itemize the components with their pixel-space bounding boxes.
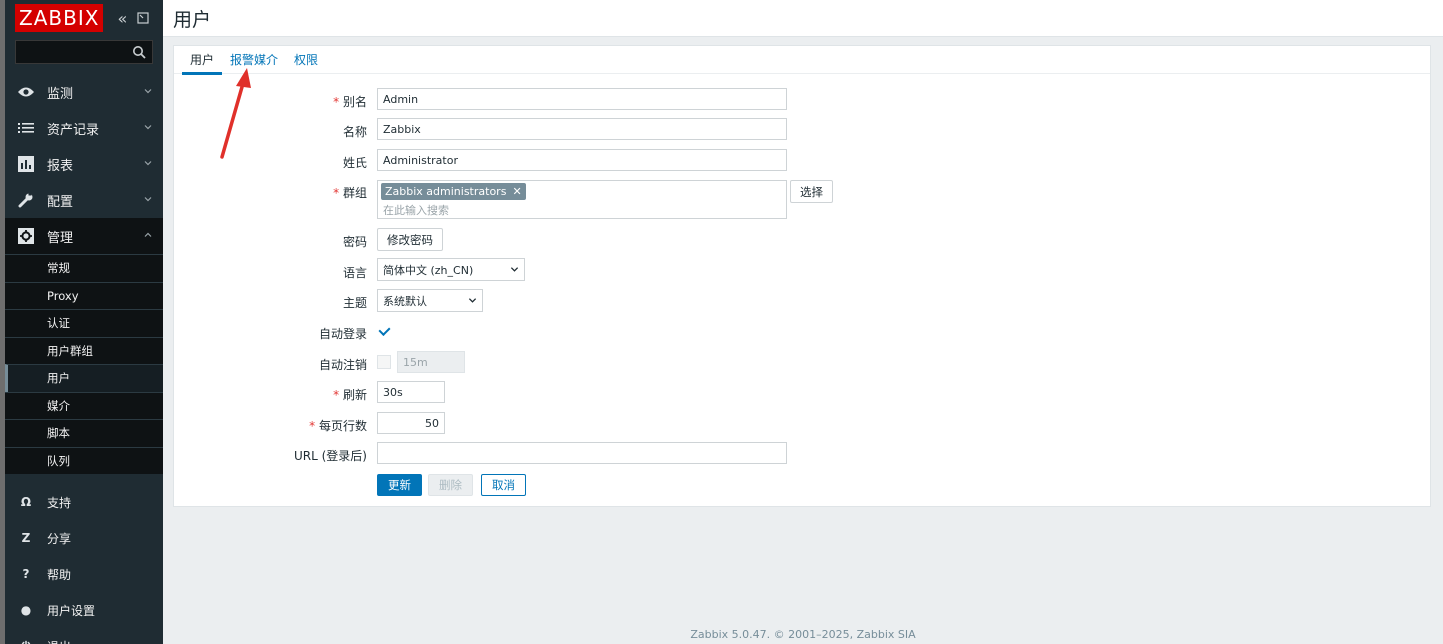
tab-permissions[interactable]: 权限 <box>286 46 326 74</box>
menu-label: 监测 <box>47 86 74 102</box>
tab-bar: 用户 报警媒介 权限 <box>174 46 1430 75</box>
theme-select[interactable]: 系统默认 <box>377 289 483 312</box>
power-icon: ⏻ <box>19 639 33 644</box>
menu-configuration[interactable]: 配置 <box>5 182 163 218</box>
menu-share[interactable]: Z 分享 <box>5 520 163 556</box>
change-password-button[interactable]: 修改密码 <box>377 228 443 251</box>
chevron-up-icon <box>144 232 152 237</box>
groups-label: 群组 <box>333 184 367 201</box>
headset-icon: Ω <box>20 495 32 509</box>
menu-label: 帮助 <box>47 567 72 582</box>
menu-sign-out[interactable]: ⏻ 退出 <box>5 628 163 644</box>
menu-inventory[interactable]: 资产记录 <box>5 110 163 146</box>
group-tag: Zabbix administrators ✕ <box>381 183 526 200</box>
submenu-users[interactable]: 用户 <box>5 364 163 392</box>
remove-tag-icon[interactable]: ✕ <box>512 185 521 198</box>
admin-submenu: 常规 Proxy 认证 用户群组 用户 媒介 脚本 队列 <box>5 254 163 474</box>
bar-chart-icon <box>17 155 35 173</box>
menu-label: 退出 <box>47 638 71 644</box>
menu-label: 配置 <box>47 194 74 210</box>
autologout-input[interactable]: 15m <box>397 351 465 373</box>
page-header: 用户 <box>163 0 1443 37</box>
user-form-panel: 用户 报警媒介 权限 别名 Admin 名称 Zabbix 姓氏 Adminis… <box>173 45 1431 507</box>
eye-icon <box>17 83 35 101</box>
menu-label: 报表 <box>47 158 74 174</box>
gear-icon <box>17 227 35 245</box>
bottom-menu: Ω 支持 Z 分享 ? 帮助 ● 用户设置 ⏻ 退出 <box>5 484 163 644</box>
sidebar: ZABBIX « 监测 资产记录 报表 配置 管理 常规 Proxy 认证 用户… <box>0 0 163 644</box>
list-icon <box>17 119 35 137</box>
chevron-down-icon <box>144 89 152 94</box>
chevron-down-icon <box>144 161 152 166</box>
group-tag-label: Zabbix administrators <box>385 185 507 198</box>
wrench-icon <box>17 191 35 209</box>
name-label: 名称 <box>342 125 367 139</box>
menu-label: 用户设置 <box>47 603 96 618</box>
menu-reports[interactable]: 报表 <box>5 146 163 182</box>
submenu-user-groups[interactable]: 用户群组 <box>5 336 163 365</box>
surname-label: 姓氏 <box>342 156 367 170</box>
chevron-down-icon <box>144 197 152 202</box>
menu-user-settings[interactable]: ● 用户设置 <box>5 592 163 628</box>
share-icon: Z <box>21 531 31 545</box>
url-input[interactable] <box>377 442 787 464</box>
menu-help[interactable]: ? 帮助 <box>5 556 163 592</box>
password-label: 密码 <box>342 235 367 249</box>
rows-per-page-input[interactable]: 50 <box>377 412 445 434</box>
groups-multiselect[interactable]: Zabbix administrators ✕ 在此输入搜索 <box>377 180 787 219</box>
tab-user[interactable]: 用户 <box>182 46 223 75</box>
menu-support[interactable]: Ω 支持 <box>5 484 163 520</box>
user-icon: ● <box>20 603 32 617</box>
submenu-authentication[interactable]: 认证 <box>5 309 163 337</box>
language-label: 语言 <box>342 266 367 280</box>
logo-row: ZABBIX « <box>5 0 163 36</box>
submenu-media[interactable]: 媒介 <box>5 391 163 420</box>
theme-value: 系统默认 <box>383 294 427 308</box>
language-value: 简体中文 (zh_CN) <box>383 263 474 277</box>
menu-label: 分享 <box>47 531 72 546</box>
autologout-checkbox[interactable] <box>377 355 391 369</box>
select-groups-button[interactable]: 选择 <box>790 180 833 203</box>
update-button[interactable]: 更新 <box>377 474 422 496</box>
autologout-label: 自动注销 <box>318 358 367 372</box>
rows-per-page-label: 每页行数 <box>309 417 367 434</box>
menu-monitoring[interactable]: 监测 <box>5 74 163 110</box>
groups-search-input[interactable]: 在此输入搜索 <box>383 202 449 218</box>
alias-input[interactable]: Admin <box>377 88 787 110</box>
search-icon[interactable] <box>132 45 146 59</box>
theme-label: 主题 <box>342 296 367 310</box>
menu-label: 资产记录 <box>47 122 100 138</box>
submenu-general[interactable]: 常规 <box>5 254 163 282</box>
refresh-input[interactable]: 30s <box>377 381 445 403</box>
submenu-queue[interactable]: 队列 <box>5 446 163 475</box>
autologin-checkbox[interactable] <box>377 324 391 338</box>
page-title: 用户 <box>173 9 212 31</box>
url-label: URL (登录后) <box>294 449 367 463</box>
help-icon: ? <box>22 567 30 581</box>
collapse-sidebar-icon[interactable]: « <box>117 9 127 28</box>
menu-administration[interactable]: 管理 <box>5 218 163 254</box>
main-menu: 监测 资产记录 报表 配置 管理 常规 Proxy 认证 用户群组 用户 媒介 … <box>5 74 163 474</box>
language-select[interactable]: 简体中文 (zh_CN) <box>377 258 525 281</box>
surname-input[interactable]: Administrator <box>377 149 787 171</box>
chevron-down-icon <box>144 125 152 130</box>
submenu-scripts[interactable]: 脚本 <box>5 419 163 447</box>
chevron-down-icon <box>468 298 477 303</box>
menu-label: 支持 <box>47 495 72 510</box>
autologin-label: 自动登录 <box>318 327 367 341</box>
submenu-proxy[interactable]: Proxy <box>5 281 163 310</box>
zabbix-logo[interactable]: ZABBIX <box>15 4 104 32</box>
tab-media[interactable]: 报警媒介 <box>222 46 286 74</box>
chevron-down-icon <box>510 267 519 272</box>
name-input[interactable]: Zabbix <box>377 118 787 140</box>
search-box <box>15 40 153 64</box>
alias-label: 别名 <box>333 93 367 110</box>
refresh-label: 刷新 <box>333 386 367 403</box>
footer: Zabbix 5.0.47. © 2001–2025, Zabbix SIA <box>690 628 916 641</box>
delete-button[interactable]: 删除 <box>428 474 473 496</box>
kiosk-mode-icon[interactable] <box>137 9 149 28</box>
cancel-button[interactable]: 取消 <box>481 474 526 496</box>
menu-label: 管理 <box>47 230 74 246</box>
